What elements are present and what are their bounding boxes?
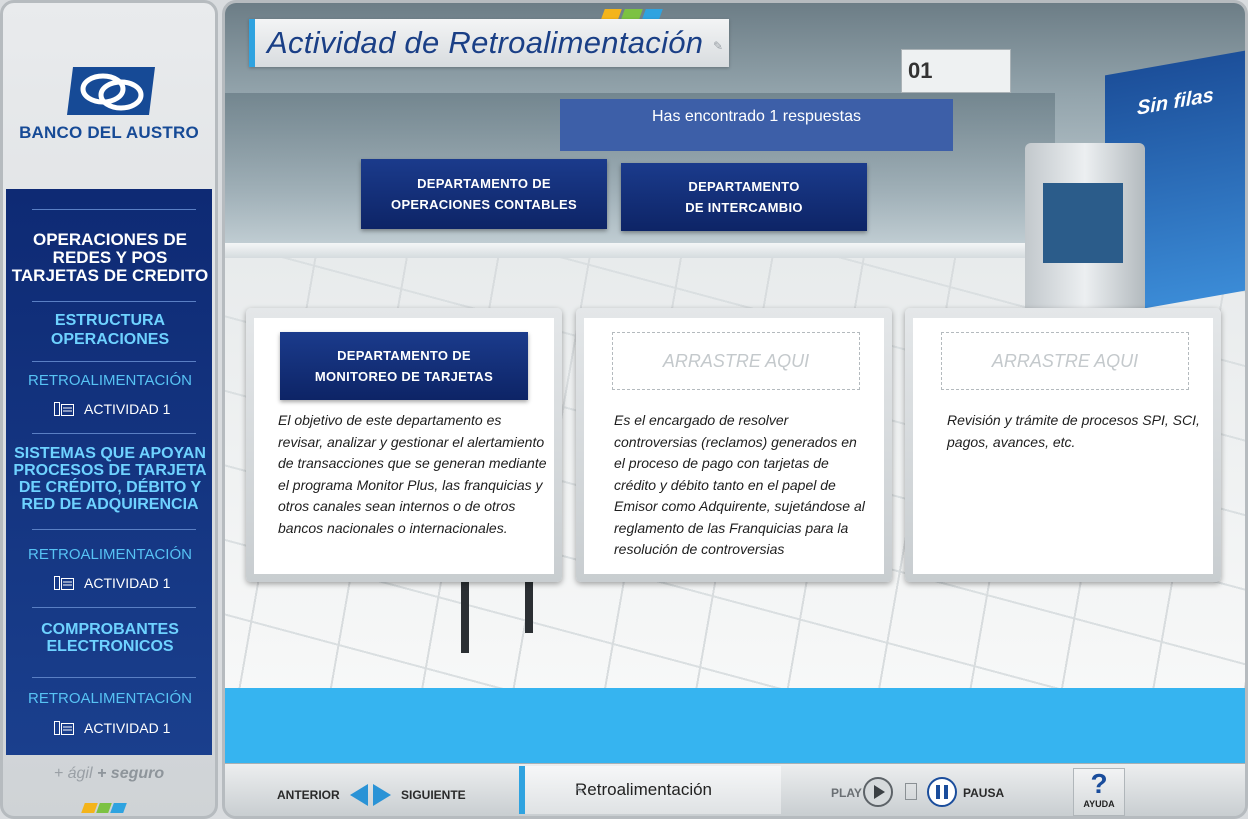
draggable-label: DEPARTAMENTO DE INTERCAMBIO bbox=[685, 176, 803, 218]
kiosk bbox=[1025, 143, 1145, 313]
slogan-part-1: + ágil bbox=[53, 765, 93, 782]
menu-item-estructura[interactable]: ESTRUCTURA OPERACIONES bbox=[10, 311, 210, 349]
placed-answer-monitoreo[interactable]: DEPARTAMENTO DE MONITOREO DE TARJETAS bbox=[280, 332, 528, 400]
bank-logo-text: BANCO DEL AUSTRO bbox=[19, 123, 199, 142]
activity-icon bbox=[54, 576, 74, 590]
answer-card-2: ARRASTRE AQUI Es el encargado de resolve… bbox=[576, 308, 892, 582]
menu-item-actividad-1b[interactable]: ACTIVIDAD 1 bbox=[54, 575, 170, 591]
activity-label: ACTIVIDAD 1 bbox=[84, 575, 171, 591]
help-button[interactable]: ? AYUDA bbox=[1073, 768, 1125, 816]
drop-zone[interactable]: ARRASTRE AQUI bbox=[941, 332, 1189, 390]
menu-item-comprobantes[interactable]: COMPROBANTES ELECTRONICOS bbox=[10, 621, 210, 655]
slogan: + ágil + seguro bbox=[3, 765, 215, 783]
feedback-message: Has encontrado 1 respuestas bbox=[560, 99, 953, 151]
answer-card-3: ARRASTRE AQUI Revisión y trámite de proc… bbox=[905, 308, 1221, 582]
menu-item-actividad-1c[interactable]: ACTIVIDAD 1 bbox=[54, 720, 170, 736]
draggable-label: DEPARTAMENTO DE OPERACIONES CONTABLES bbox=[391, 173, 577, 215]
menu-item-retroalimentacion-2[interactable]: RETROALIMENTACIÓN bbox=[10, 545, 210, 564]
arrow-right-icon bbox=[373, 784, 391, 806]
menu-item-actividad-1a[interactable]: ACTIVIDAD 1 bbox=[54, 401, 170, 417]
brand-stripe bbox=[81, 803, 127, 813]
pause-button[interactable] bbox=[927, 777, 957, 807]
page-title: Actividad de Retroalimentación bbox=[267, 25, 704, 60]
document-icon bbox=[905, 783, 917, 800]
question-mark-icon: ? bbox=[1090, 768, 1108, 799]
card-description: Es el encargado de resolver controversia… bbox=[614, 412, 865, 557]
menu-divider bbox=[32, 677, 196, 678]
placed-answer-line: MONITOREO DE TARJETAS bbox=[314, 369, 494, 384]
menu-item-retroalimentacion-1[interactable]: RETROALIMENTACIÓN bbox=[10, 371, 210, 390]
draggable-label-line: DE INTERCAMBIO bbox=[685, 200, 803, 215]
next-button[interactable]: SIGUIENTE bbox=[373, 784, 466, 806]
menu-divider bbox=[32, 433, 196, 434]
activity-icon bbox=[54, 721, 74, 735]
activity-label: ACTIVIDAD 1 bbox=[84, 720, 171, 736]
caja-number: 01 bbox=[908, 58, 933, 83]
draggable-label-line: DEPARTAMENTO DE bbox=[417, 176, 551, 191]
promo-banner-text: Sin filas bbox=[1137, 84, 1214, 120]
activity-icon bbox=[54, 402, 74, 416]
bank-logo-icon bbox=[67, 67, 155, 115]
chair-leg bbox=[525, 573, 533, 633]
pause-icon bbox=[944, 785, 948, 799]
play-label: PLAY bbox=[831, 786, 862, 800]
menu-divider bbox=[32, 361, 196, 362]
menu-divider bbox=[32, 301, 196, 302]
current-section: Retroalimentación ✎ bbox=[519, 766, 781, 814]
placed-answer-label: DEPARTAMENTO DE MONITOREO DE TARJETAS bbox=[315, 345, 493, 387]
placed-answer-line: DEPARTAMENTO DE bbox=[337, 348, 471, 363]
previous-button[interactable]: ANTERIOR bbox=[277, 784, 368, 806]
activity-label: ACTIVIDAD 1 bbox=[84, 401, 171, 417]
main-panel: 01 Sin filas Actividad de Retroalimentac… bbox=[222, 0, 1248, 819]
menu-heading-operaciones[interactable]: OPERACIONES DE REDES Y POS TARJETAS DE C… bbox=[10, 231, 210, 285]
floor-band bbox=[225, 688, 1245, 763]
help-label: AYUDA bbox=[1083, 799, 1115, 809]
card-content: ARRASTRE AQUI Revisión y trámite de proc… bbox=[913, 318, 1213, 574]
draggable-operaciones-contables[interactable]: DEPARTAMENTO DE OPERACIONES CONTABLES bbox=[361, 159, 607, 229]
pause-icon bbox=[936, 785, 940, 799]
draggable-intercambio[interactable]: DEPARTAMENTO DE INTERCAMBIO bbox=[621, 163, 867, 231]
menu-divider bbox=[32, 529, 196, 530]
logo-area: BANCO DEL AUSTRO bbox=[3, 3, 215, 189]
menu-item-retroalimentacion-3[interactable]: RETROALIMENTACIÓN bbox=[10, 689, 210, 708]
sidebar-menu: OPERACIONES DE REDES Y POS TARJETAS DE C… bbox=[6, 189, 212, 755]
play-icon bbox=[874, 785, 885, 799]
draggable-label-line: OPERACIONES CONTABLES bbox=[391, 197, 577, 212]
chair-leg bbox=[461, 573, 469, 653]
bottom-toolbar: ANTERIOR SIGUIENTE Retroalimentación ✎ P… bbox=[225, 763, 1245, 816]
card-description: Revisión y trámite de procesos SPI, SCI,… bbox=[947, 412, 1200, 450]
arrow-left-icon bbox=[349, 784, 368, 806]
drop-zone[interactable]: ARRASTRE AQUI bbox=[612, 332, 860, 390]
card-description: El objetivo de este departamento es revi… bbox=[278, 412, 547, 536]
draggable-label-line: DEPARTAMENTO bbox=[688, 179, 800, 194]
pencil-icon: ✎ bbox=[712, 39, 723, 53]
card-content: DEPARTAMENTO DE MONITOREO DE TARJETAS El… bbox=[254, 318, 554, 574]
pencil-icon: ✎ bbox=[575, 785, 585, 797]
pause-label: PAUSA bbox=[963, 786, 1005, 800]
menu-item-sistemas[interactable]: SISTEMAS QUE APOYAN PROCESOS DE TARJETA … bbox=[10, 445, 210, 513]
play-button[interactable] bbox=[863, 777, 893, 807]
previous-label: ANTERIOR bbox=[277, 788, 340, 802]
menu-divider bbox=[32, 209, 196, 210]
next-label: SIGUIENTE bbox=[401, 788, 466, 802]
answer-card-1: DEPARTAMENTO DE MONITOREO DE TARJETAS El… bbox=[246, 308, 562, 582]
sidebar: BANCO DEL AUSTRO OPERACIONES DE REDES Y … bbox=[0, 0, 218, 819]
card-content: ARRASTRE AQUI Es el encargado de resolve… bbox=[584, 318, 884, 574]
menu-divider bbox=[32, 607, 196, 608]
title-bar: Actividad de Retroalimentación ✎ bbox=[249, 19, 729, 67]
kiosk-screen bbox=[1043, 183, 1123, 263]
slogan-part-2: + seguro bbox=[97, 765, 165, 782]
brand-stripe bbox=[601, 9, 663, 19]
caja-sign: 01 bbox=[901, 49, 1011, 93]
